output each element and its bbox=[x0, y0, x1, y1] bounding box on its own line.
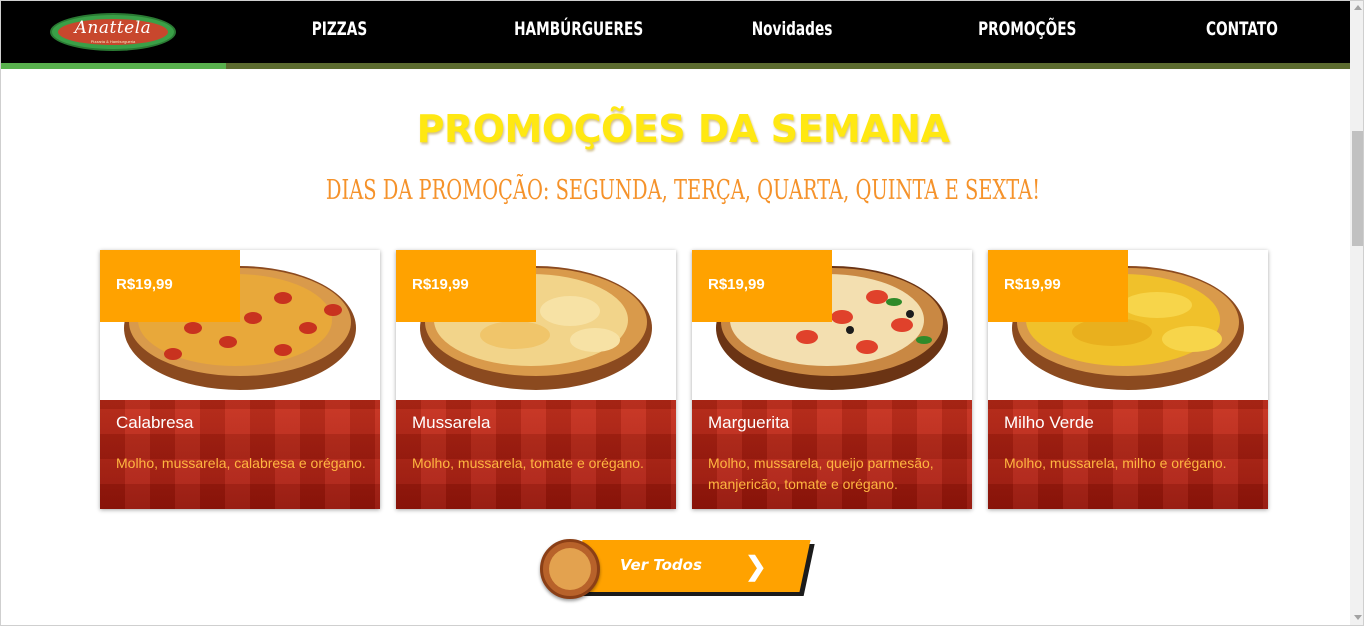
nav-item-novidades[interactable]: Novidades bbox=[752, 18, 833, 40]
pizza-description: Molho, mussarela, tomate e orégano. bbox=[412, 455, 644, 471]
promo-card-marguerita[interactable]: R$19,99 Marguerita Molho, mussarela, que… bbox=[692, 250, 972, 509]
section-subtitle: DIAS DA PROMOÇÃO: SEGUNDA, TERÇA, QUARTA… bbox=[325, 175, 1041, 206]
pizza-photo: R$19,99 bbox=[692, 250, 972, 400]
nav-item-pizzas[interactable]: PIZZAS bbox=[312, 18, 367, 40]
nav-item-promocoes[interactable]: PROMOÇÕES bbox=[978, 18, 1076, 40]
price-value: R$19,99 bbox=[116, 276, 173, 293]
pizza-photo: R$19,99 bbox=[988, 250, 1268, 400]
nav-item-contato[interactable]: CONTATO bbox=[1206, 18, 1278, 40]
pizza-photo: R$19,99 bbox=[396, 250, 676, 400]
promo-card-calabresa[interactable]: R$19,99 Calabresa Molho, mussarela, cala… bbox=[100, 250, 380, 509]
price-tag: R$19,99 bbox=[988, 250, 1128, 322]
header-accent-active bbox=[1, 63, 226, 69]
pizza-description: Molho, mussarela, calabresa e orégano. bbox=[116, 455, 366, 471]
pizza-photo: R$19,99 bbox=[100, 250, 380, 400]
ver-todos-label[interactable]: Ver Todos bbox=[620, 556, 702, 574]
scroll-down-arrow-icon[interactable] bbox=[1354, 615, 1362, 620]
price-value: R$19,99 bbox=[412, 276, 469, 293]
pizza-name: Milho Verde bbox=[1004, 413, 1094, 432]
pizza-description: Molho, mussarela, milho e orégano. bbox=[1004, 455, 1227, 471]
scrollbar-thumb[interactable] bbox=[1352, 131, 1363, 246]
nav-item-hamburgueres[interactable]: HAMBÚRGUERES bbox=[514, 18, 643, 40]
promo-card-milho-verde[interactable]: R$19,99 Milho Verde Molho, mussarela, mi… bbox=[988, 250, 1268, 509]
logo-text: Anattela bbox=[74, 18, 152, 38]
top-navigation-bar: Anattela Pizzaria & Hamburgueria PIZZAS … bbox=[1, 1, 1350, 63]
page: Anattela Pizzaria & Hamburgueria PIZZAS … bbox=[0, 0, 1364, 626]
pizza-name: Mussarela bbox=[412, 413, 491, 432]
scroll-up-arrow-icon[interactable] bbox=[1354, 5, 1362, 10]
price-tag: R$19,99 bbox=[100, 250, 240, 322]
price-value: R$19,99 bbox=[1004, 276, 1061, 293]
pizza-name: Marguerita bbox=[708, 413, 790, 432]
chevron-right-icon[interactable]: ❯ bbox=[745, 553, 767, 579]
pizza-description: Molho, mussarela, queijo parmesão, manje… bbox=[708, 455, 934, 492]
pizza-name: Calabresa bbox=[116, 413, 194, 432]
price-tag: R$19,99 bbox=[396, 250, 536, 322]
promo-card-mussarela[interactable]: R$19,99 Mussarela Molho, mussarela, toma… bbox=[396, 250, 676, 509]
pizza-thumbnail-icon bbox=[540, 539, 600, 599]
section-title: PROMOÇÕES DA SEMANA bbox=[416, 107, 950, 151]
logo-subtext: Pizzaria & Hamburgueria bbox=[90, 39, 136, 44]
vertical-scrollbar[interactable] bbox=[1350, 1, 1363, 625]
price-value: R$19,99 bbox=[708, 276, 765, 293]
logo[interactable]: Anattela Pizzaria & Hamburgueria bbox=[50, 13, 176, 51]
price-tag: R$19,99 bbox=[692, 250, 832, 322]
header-accent-stripe bbox=[1, 63, 1350, 69]
